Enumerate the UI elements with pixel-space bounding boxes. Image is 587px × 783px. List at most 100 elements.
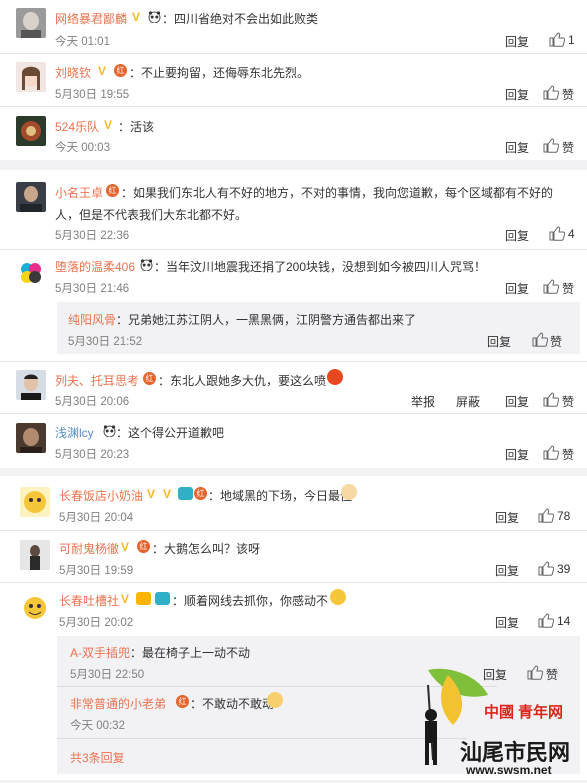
report-button[interactable]: 举报 [411,393,435,410]
level-badge-icon: 红 [194,487,207,500]
avatar[interactable] [16,370,46,400]
timestamp: 5月30日 21:46 [55,283,130,295]
verified-icon: V [121,540,130,554]
username[interactable]: 网络暴君鄙麟 [55,10,127,27]
camera-badge-icon [155,592,170,605]
divider [0,530,587,531]
watermark-url: www.swsm.net [466,763,552,777]
timestamp: 5月30日 20:06 [55,396,130,408]
reply-username[interactable]: 非常普通的小老弟 [70,695,166,712]
block-button[interactable]: 屏蔽 [456,393,480,410]
like-count: 1 [568,33,575,47]
reply-timestamp: 今天 00:32 [70,720,125,732]
more-replies-link[interactable]: 共3条回复 [70,749,125,766]
like-icon[interactable] [532,332,548,347]
like-count: 赞 [562,88,575,102]
like-count: 赞 [562,141,575,155]
comment-text: ：大鹅怎么叫？该呀 [152,542,261,556]
username[interactable]: 小名王卓 [55,184,103,201]
avatar[interactable] [20,540,50,570]
like-count: 赞 [562,282,575,296]
username[interactable]: 长春吐槽社 [59,592,119,609]
like-count: 4 [568,227,575,241]
reply-button[interactable]: 回复 [505,139,529,156]
timestamp: 今天 01:01 [55,36,110,48]
like-icon[interactable] [543,279,559,294]
divider [0,361,587,362]
reply-button[interactable]: 回复 [495,614,519,631]
avatar[interactable] [20,487,50,517]
angry-emoji-icon [327,369,343,385]
watermark-line1: 中國 [484,704,515,721]
reply-timestamp: 5月30日 22:50 [70,669,145,681]
avatar[interactable] [16,62,46,92]
watermark-line2: 青年网 [518,704,564,721]
username[interactable]: 刘晓钦 [55,64,91,81]
reply-text: ：兄弟她江苏江阴人，一黑黑俩，江阴警方通告都出来了 [116,313,417,327]
like-icon[interactable] [543,445,559,460]
timestamp: 5月30日 22:36 [55,230,130,242]
username[interactable]: 长春饭店小奶油 [59,487,143,504]
reply-button[interactable]: 回复 [505,33,529,50]
reply-button[interactable]: 回复 [505,280,529,297]
timestamp: 5月30日 19:59 [59,565,134,577]
like-icon[interactable] [543,85,559,100]
like-icon[interactable] [538,561,554,576]
avatar[interactable] [16,423,46,453]
username[interactable]: 可耐鬼杨徹 [59,540,119,557]
member-level-icon [136,592,151,605]
timestamp: 5月30日 20:02 [59,617,134,629]
avatar[interactable] [20,592,50,622]
like-count: 14 [557,614,571,628]
like-icon[interactable] [549,32,565,47]
avatar[interactable] [16,116,46,146]
comment-text: ：活该 [118,120,155,134]
smile-emoji-icon [330,589,346,605]
reply-username[interactable]: A-双手插兜 [70,644,130,661]
verified-icon: V [121,592,130,606]
reply-button[interactable]: 回复 [487,333,511,350]
watermark-logo: 中國 青年网 汕尾市民网 www.swsm.net [408,665,587,780]
vip-icon: V [163,487,172,501]
comment-text: ：东北人跟她多大仇，要这么喷 [158,374,327,388]
like-icon[interactable] [549,226,565,241]
reply-button[interactable]: 回复 [505,393,529,410]
comment-text: ：四川省绝对不会出如此败类 [162,12,319,26]
panda-icon [140,259,153,271]
avatar[interactable] [16,8,46,38]
avatar[interactable] [16,258,46,288]
reply-button[interactable]: 回复 [495,509,519,526]
verified-icon: V [104,118,113,132]
divider [57,738,467,739]
like-icon[interactable] [538,508,554,523]
like-count: 78 [557,509,571,523]
reply-text: ：最在椅子上一动不动 [130,646,251,660]
panda-icon [103,425,116,437]
username[interactable]: 堕落的温柔406 [55,258,135,275]
username[interactable]: 524乐队 [55,118,99,135]
member-level-icon [178,487,193,500]
divider [0,413,587,414]
reply-username[interactable]: 纯阳风骨 [68,311,116,328]
username[interactable]: 列夫、托耳思考 [55,372,139,389]
divider [0,106,587,107]
reply-button[interactable]: 回复 [505,227,529,244]
timestamp: 5月30日 19:55 [55,89,130,101]
verified-icon: V [132,10,141,24]
level-badge-icon: 红 [143,372,156,385]
like-icon[interactable] [543,138,559,153]
comment-text-continued: 人，但是不代表我们大东北都不好。 [55,208,248,222]
like-count: 赞 [562,448,575,462]
avatar[interactable] [16,182,46,212]
divider [0,53,587,54]
comment-text: ：如果我们东北人有不好的地方，不对的事情，我向您道歉，每个区域都有不好的 [121,186,554,200]
reply-timestamp: 5月30日 21:52 [68,336,143,348]
reply-button[interactable]: 回复 [505,86,529,103]
timestamp: 5月30日 20:23 [55,449,130,461]
username[interactable]: 浅渊lcy [55,424,94,441]
like-icon[interactable] [543,392,559,407]
reply-button[interactable]: 回复 [495,562,519,579]
like-icon[interactable] [538,613,554,628]
comment-text: ：当年汶川地震我还捐了200块钱，没想到如今被四川人咒骂！ [154,260,487,274]
reply-button[interactable]: 回复 [505,446,529,463]
